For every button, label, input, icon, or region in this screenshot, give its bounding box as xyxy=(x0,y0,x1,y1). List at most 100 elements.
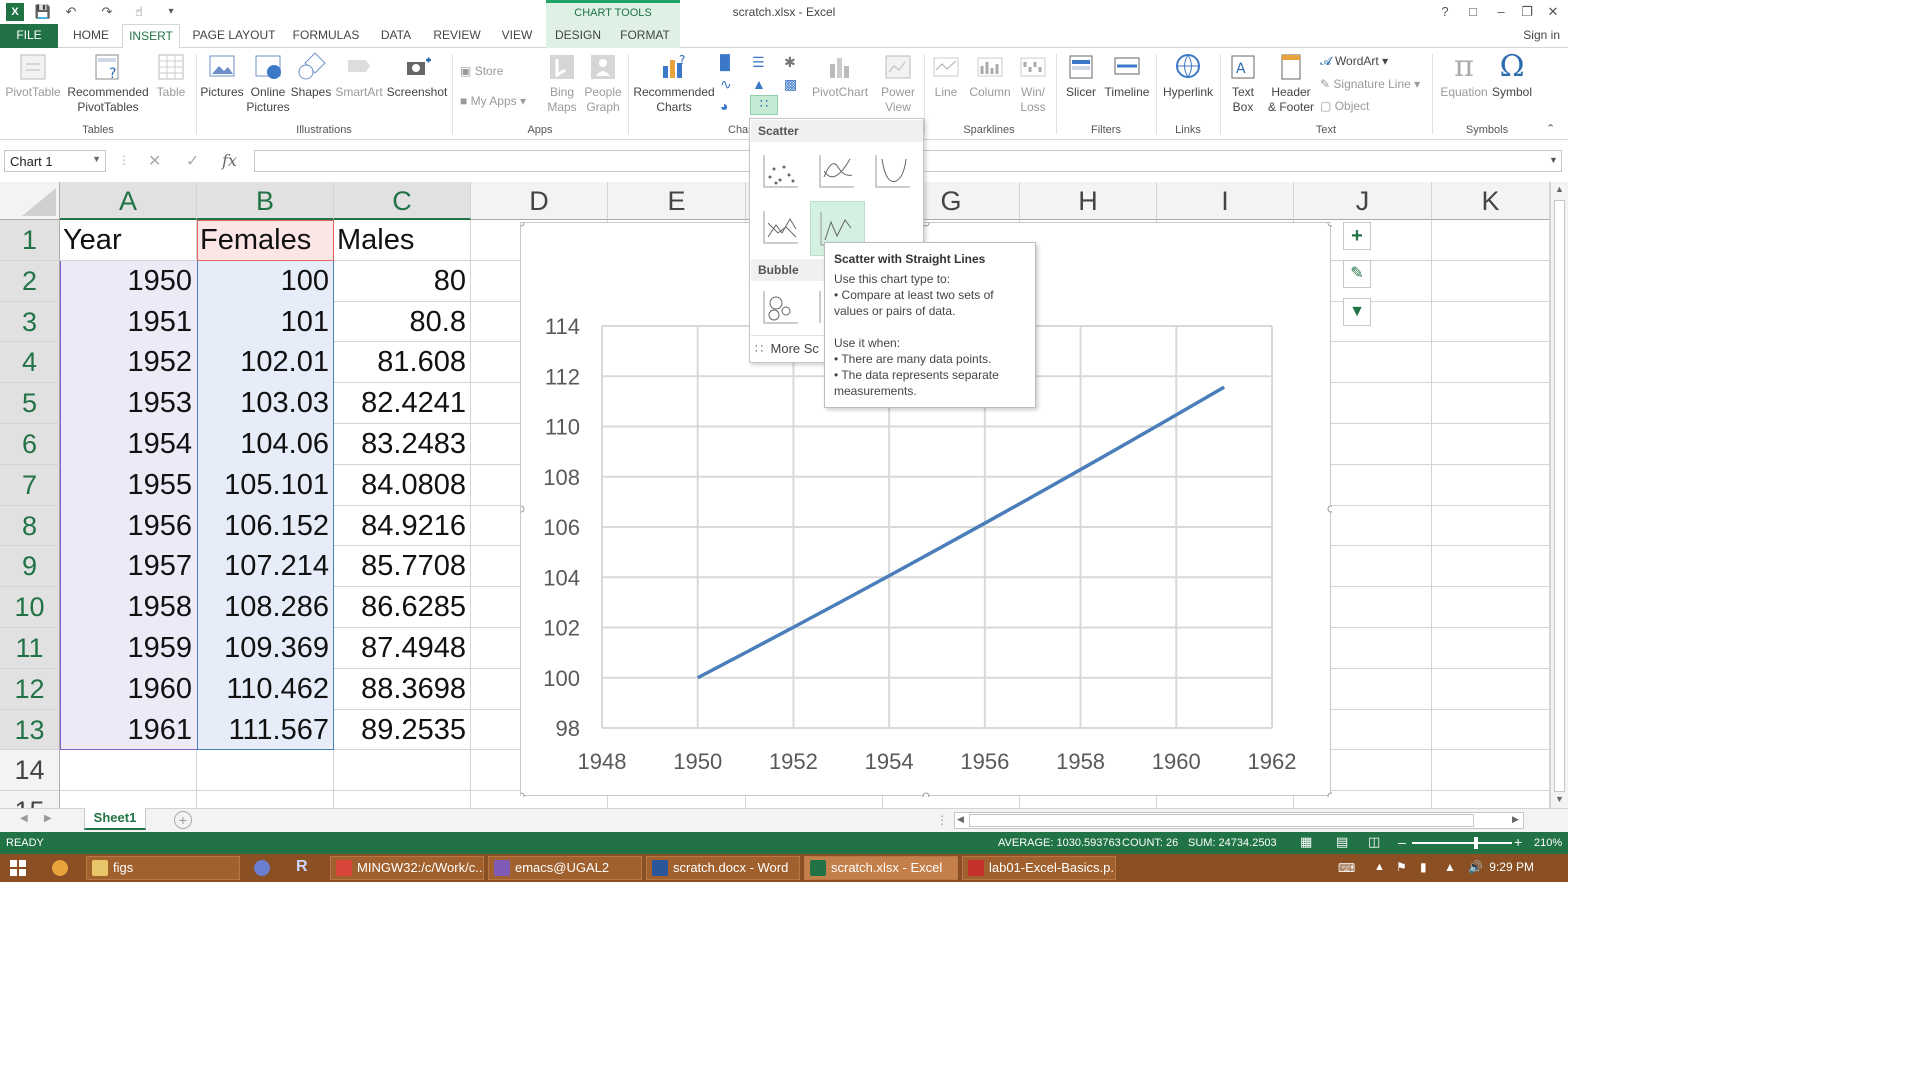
column-chart-icon[interactable]: █ xyxy=(720,54,740,70)
new-sheet-button[interactable]: + xyxy=(174,811,192,829)
cell[interactable]: Females xyxy=(200,224,329,260)
taskbar-clock[interactable]: 9:29 PM xyxy=(1489,860,1534,874)
cell[interactable]: Males xyxy=(337,224,466,260)
column-header-k[interactable]: K xyxy=(1432,182,1550,220)
windows-start-icon[interactable] xyxy=(10,860,26,876)
row-header-15[interactable]: 15 xyxy=(0,791,60,808)
cell[interactable]: 80.8 xyxy=(337,306,466,342)
horizontal-scrollbar[interactable]: ◀ ▶ xyxy=(954,812,1524,829)
chrome-icon[interactable] xyxy=(52,860,68,876)
3d-bubble-option[interactable] xyxy=(812,283,822,331)
row-header-3[interactable]: 3 xyxy=(0,301,60,343)
tab-formulas[interactable]: FORMULAS xyxy=(288,24,364,48)
cell[interactable]: 89.2535 xyxy=(337,714,466,750)
pictures-button[interactable]: Pictures xyxy=(200,52,244,100)
row-header-1[interactable]: 1 xyxy=(0,220,60,261)
row-header-13[interactable]: 13 xyxy=(0,709,60,751)
show-hidden-icons[interactable]: ▲ xyxy=(1374,861,1385,873)
cell[interactable]: 110.462 xyxy=(200,673,329,709)
taskbar-item-emacs[interactable]: emacs@UGAL2 xyxy=(488,856,642,880)
timeline-button[interactable]: Timeline xyxy=(1102,52,1152,100)
row-header-7[interactable]: 7 xyxy=(0,464,60,506)
page-break-preview-icon[interactable]: ◫ xyxy=(1368,834,1380,850)
header-footer-button[interactable]: Header & Footer xyxy=(1264,52,1318,115)
sparkline-winloss-button[interactable]: Win/Loss xyxy=(1016,52,1050,115)
cell[interactable]: 86.6285 xyxy=(337,591,466,627)
taskbar-item-figs[interactable]: figs xyxy=(86,856,240,880)
cell[interactable]: 108.286 xyxy=(200,591,329,627)
sign-in-link[interactable]: Sign in xyxy=(1523,28,1560,42)
volume-icon[interactable]: 🔊 xyxy=(1468,860,1483,874)
cell[interactable]: 1950 xyxy=(63,265,192,301)
cell[interactable]: 1951 xyxy=(63,306,192,342)
select-all-corner[interactable] xyxy=(0,182,60,220)
smartart-button[interactable]: SmartArt xyxy=(334,52,384,100)
tab-format[interactable]: FORMAT xyxy=(614,24,676,48)
insert-function-button[interactable]: fx xyxy=(222,151,237,170)
keyboard-icon[interactable]: ⌨ xyxy=(1338,861,1355,875)
battery-icon[interactable]: ▮ xyxy=(1420,860,1427,874)
cell[interactable]: 1956 xyxy=(63,510,192,546)
app-pinned-icon[interactable] xyxy=(254,860,270,876)
more-scatter-charts-link[interactable]: ∷ More Sc xyxy=(755,341,819,357)
sparkline-column-button[interactable]: Column xyxy=(966,52,1014,100)
taskbar-item-word[interactable]: scratch.docx - Word xyxy=(646,856,800,880)
r-icon[interactable]: R xyxy=(296,858,308,876)
cell[interactable]: 104.06 xyxy=(200,428,329,464)
normal-view-icon[interactable]: ▦ xyxy=(1300,834,1312,850)
zoom-in-icon[interactable]: + xyxy=(1514,834,1522,850)
cell[interactable]: 88.3698 xyxy=(337,673,466,709)
row-header-4[interactable]: 4 xyxy=(0,342,60,384)
people-graph-button[interactable]: People Graph xyxy=(582,52,624,115)
object-button[interactable]: ▢ Object xyxy=(1320,99,1369,113)
cell[interactable]: 109.369 xyxy=(200,632,329,668)
cell[interactable]: 101 xyxy=(200,306,329,342)
cell[interactable]: 111.567 xyxy=(200,714,329,750)
enter-icon[interactable]: ✓ xyxy=(186,151,199,171)
column-header-c[interactable]: C xyxy=(334,182,471,220)
hyperlink-button[interactable]: Hyperlink xyxy=(1160,52,1216,100)
bubble-option[interactable] xyxy=(756,283,804,331)
zoom-slider-thumb[interactable] xyxy=(1474,837,1478,849)
shapes-button[interactable]: Shapes xyxy=(290,52,332,100)
tab-split-handle[interactable]: ⋮ xyxy=(936,813,948,827)
collapse-ribbon-icon[interactable]: ⌃ xyxy=(1546,122,1555,135)
bar-chart-icon[interactable]: ☰ xyxy=(752,54,772,70)
scatter-chart-button[interactable]: ∷ xyxy=(750,95,778,115)
cell[interactable]: 80 xyxy=(337,265,466,301)
screenshot-button[interactable]: Screenshot xyxy=(386,52,448,100)
column-header-b[interactable]: B xyxy=(197,182,334,220)
scroll-up-icon[interactable]: ▲ xyxy=(1555,184,1564,194)
chart-styles-button[interactable]: ✎ xyxy=(1343,260,1371,288)
minimize-icon[interactable]: – xyxy=(1490,3,1512,21)
tab-design[interactable]: DESIGN xyxy=(550,24,606,48)
prev-sheet-icon[interactable]: ◀ xyxy=(20,813,28,824)
restore-icon[interactable]: ❐ xyxy=(1516,3,1538,21)
cell[interactable]: 105.101 xyxy=(200,469,329,505)
cell[interactable]: 82.4241 xyxy=(337,387,466,423)
scatter-straight-lines-markers-option[interactable] xyxy=(756,203,804,251)
online-pictures-button[interactable]: Online Pictures xyxy=(246,52,290,115)
cell[interactable]: 107.214 xyxy=(200,550,329,586)
taskbar-item-excel[interactable]: scratch.xlsx - Excel xyxy=(804,856,958,880)
row-header-12[interactable]: 12 xyxy=(0,668,60,710)
chart-elements-button[interactable]: + xyxy=(1343,222,1371,250)
row-header-5[interactable]: 5 xyxy=(0,383,60,424)
recommended-charts-button[interactable]: ? Recommended Charts xyxy=(632,52,716,115)
cell[interactable]: 1953 xyxy=(63,387,192,423)
scroll-left-icon[interactable]: ◀ xyxy=(957,814,964,825)
pivottable-button[interactable]: PivotTable xyxy=(4,52,62,100)
cell[interactable]: 106.152 xyxy=(200,510,329,546)
pivotchart-button[interactable]: PivotChart xyxy=(812,52,868,100)
vertical-scrollbar[interactable]: ▲ ▼ xyxy=(1550,182,1568,808)
cell[interactable]: 87.4948 xyxy=(337,632,466,668)
cell[interactable]: 1958 xyxy=(63,591,192,627)
cell[interactable]: 1960 xyxy=(63,673,192,709)
chart-filters-button[interactable]: ▼ xyxy=(1343,298,1371,326)
my-apps-button[interactable]: ■ My Apps ▾ xyxy=(460,94,526,108)
tab-file[interactable]: FILE xyxy=(0,24,58,48)
row-header-10[interactable]: 10 xyxy=(0,587,60,628)
line-chart-icon[interactable]: ∿ xyxy=(720,76,740,92)
cell[interactable]: 102.01 xyxy=(200,346,329,382)
zoom-slider[interactable] xyxy=(1412,842,1512,844)
